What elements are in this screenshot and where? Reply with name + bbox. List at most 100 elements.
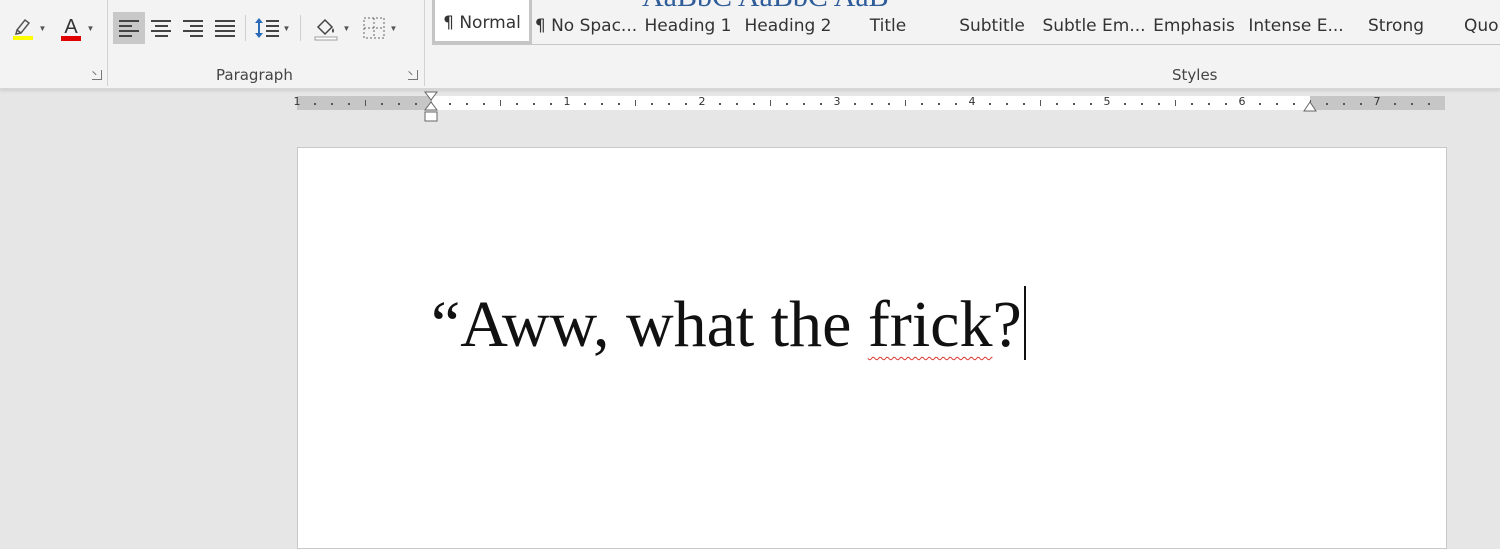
ruler-tick [1040,100,1041,106]
ruler-tick [803,103,805,105]
ruler-tick [736,103,738,105]
style-emphasis[interactable]: Emphasis [1146,0,1242,44]
styles-gallery: AaBbC AaBbC AaB ¶ Normal ¶ No Spac... He… [432,0,1500,45]
line-spacing-icon [254,18,279,38]
document-page[interactable]: “Aww, what the frick? [297,147,1447,549]
ruler-tick [1006,103,1008,105]
group-divider [107,0,108,86]
ruler-tick [331,103,333,105]
ruler-tick [348,103,350,105]
align-right-icon [183,19,203,37]
chevron-down-icon: ▼ [342,23,351,33]
ruler-tick [365,100,366,106]
ruler-tick [854,103,856,105]
ruler-tick [1175,100,1176,106]
paragraph-dialog-launcher-icon[interactable] [408,70,418,80]
line-spacing-button[interactable]: ▼ [250,12,294,44]
text-run: ? [992,288,1022,361]
ruler-tick [516,103,518,105]
ruler-tick [1208,103,1210,105]
ruler-tick [719,103,721,105]
ruler-tick [466,103,468,105]
align-right-button[interactable] [177,12,209,44]
justify-button[interactable] [209,12,241,44]
ruler-tick [1191,103,1193,105]
ruler-tick [449,103,451,105]
style-intense-emphasis[interactable]: Intense E... [1244,0,1348,44]
style-heading-1[interactable]: Heading 1 [638,0,738,44]
ruler-tick [1394,103,1396,105]
chevron-down-icon: ▼ [389,23,398,33]
ruler-tick [753,103,755,105]
style-normal[interactable]: ¶ Normal [432,0,532,44]
style-subtle-emphasis[interactable]: Subtle Em... [1042,0,1146,44]
ruler-tick [584,103,586,105]
horizontal-ruler[interactable]: 1 1 2 3 4 5 6 7 [294,95,1445,110]
style-heading-2[interactable]: Heading 2 [738,0,838,44]
borders-button[interactable]: ▼ [356,12,402,44]
ruler-number: 6 [1238,95,1246,108]
text-highlight-color-button[interactable]: ▼ [6,12,50,44]
group-divider [424,0,425,86]
chevron-down-icon: ▼ [38,23,47,33]
ruler-number: 7 [1373,95,1381,108]
ruler-tick [533,103,535,105]
misspelled-word[interactable]: frick [868,288,993,361]
highlighter-icon [12,18,33,40]
ruler-tick [888,103,890,105]
ruler-tick [651,103,653,105]
font-color-button[interactable]: A ▼ [54,12,98,44]
ruler-tick [1124,103,1126,105]
ruler-tick [1411,103,1413,105]
ruler-tick [820,103,822,105]
ruler-tick [668,103,670,105]
style-no-spacing[interactable]: ¶ No Spac... [534,0,638,44]
right-indent-marker-icon[interactable] [1303,99,1317,113]
svg-text:A: A [64,16,78,38]
font-color-icon: A [60,16,81,41]
ruler-tick [1343,103,1345,105]
style-subtitle[interactable]: Subtitle [942,0,1042,44]
ruler-tick [786,103,788,105]
ruler-tick [921,103,923,105]
font-dialog-launcher-icon[interactable] [92,70,102,80]
chevron-down-icon: ▼ [86,23,95,33]
ruler-tick [685,103,687,105]
align-center-icon [151,19,171,37]
ruler-tick [500,100,501,106]
toolbar-separator [245,15,246,41]
left-indent-marker-icon[interactable] [423,91,439,123]
ruler-tick [1225,103,1227,105]
align-left-button[interactable] [113,12,145,44]
ruler-tick [1276,103,1278,105]
style-quote[interactable]: Quo [1464,0,1500,44]
ruler-tick [635,100,636,106]
ruler-number: 5 [1103,95,1111,108]
borders-icon [363,17,385,39]
ruler-tick [415,103,417,105]
align-left-icon [119,19,139,37]
ruler-tick [938,103,940,105]
paint-bucket-icon [314,18,337,41]
ruler-tick [398,103,400,105]
ruler-tick [955,103,957,105]
ruler-number: 4 [968,95,976,108]
ruler-tick [1056,103,1058,105]
align-center-button[interactable] [145,12,177,44]
ruler-tick [381,103,383,105]
style-title[interactable]: Title [838,0,938,44]
text-run: “Aww, what the [431,288,868,361]
ruler-tick [770,100,771,106]
ruler-tick [1023,103,1025,105]
ribbon: ▼ A ▼ ▼ ▼ ▼ Paragraph ¶ Normal ¶ No Spac… [0,0,1500,89]
ruler-tick [601,103,603,105]
ruler-tick [483,103,485,105]
ruler-tick [1141,103,1143,105]
ruler-tick [1090,103,1092,105]
paragraph-group-label: Paragraph [216,66,293,84]
document-text[interactable]: “Aww, what the frick? [431,286,1026,360]
style-strong[interactable]: Strong [1348,0,1444,44]
shading-button[interactable]: ▼ [308,12,354,44]
styles-group-label: Styles [1172,66,1218,84]
ruler-tick [1360,103,1362,105]
